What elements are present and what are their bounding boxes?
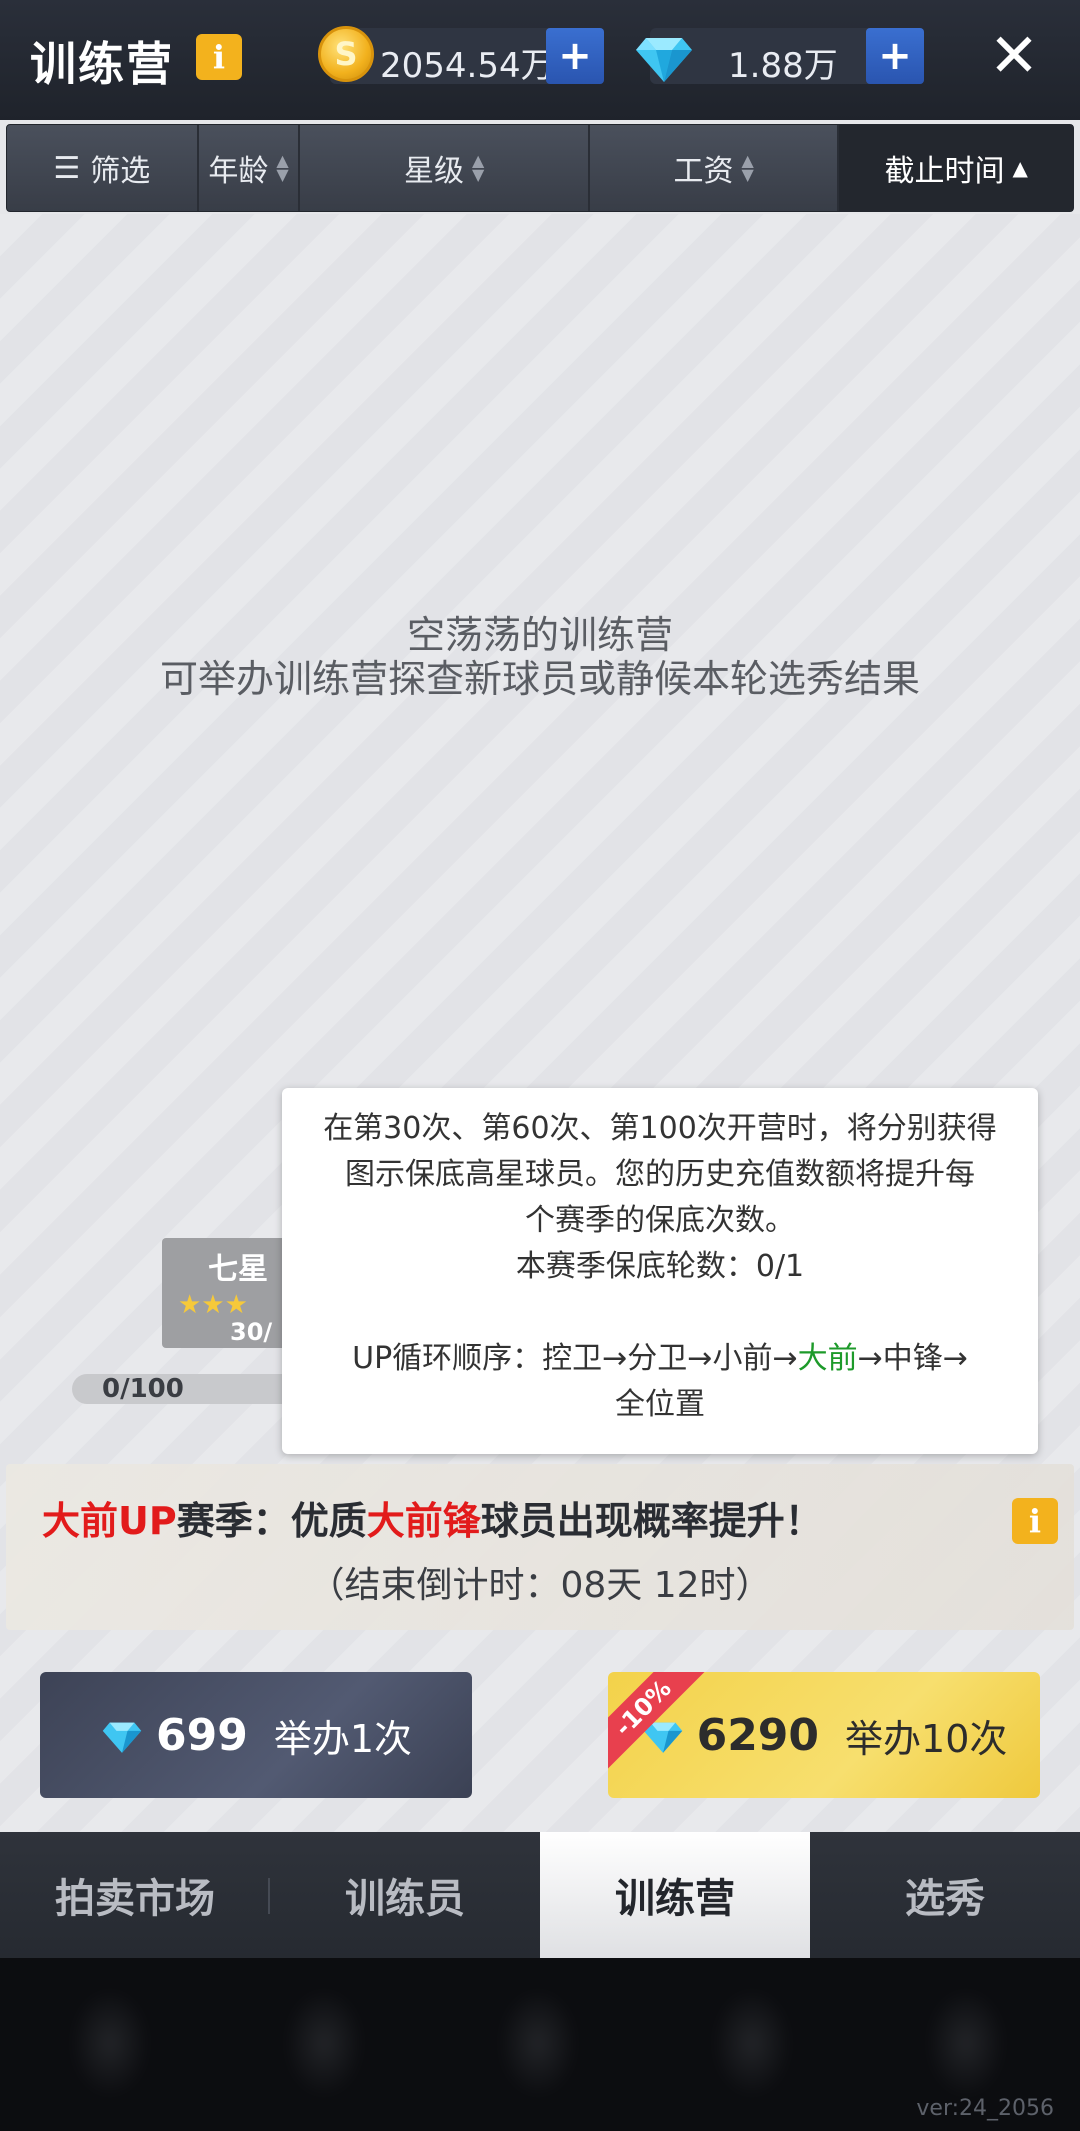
coin-icon: S	[318, 26, 374, 82]
diamond-icon	[102, 1722, 142, 1753]
sort-arrows-icon: ▲ ▼	[472, 151, 485, 184]
coin-balance: S 2054.54万 +	[318, 26, 604, 86]
sort-age-button[interactable]: 年龄 ▲ ▼	[199, 125, 301, 211]
filter-button[interactable]: ☰ 筛选	[7, 125, 199, 211]
guarantee-tooltip: 在第30次、第60次、第100次开营时，将分别获得 图示保底高星球员。您的历史充…	[282, 1088, 1038, 1454]
tooltip-line: 个赛季的保底次数。	[525, 1203, 795, 1238]
season-headline: 大前UP赛季：优质大前锋球员出现概率提升！	[42, 1490, 823, 1545]
sort-filter-bar: ☰ 筛选 年龄 ▲ ▼ 星级 ▲ ▼ 工资 ▲ ▼ 截止时间 ▲	[6, 124, 1074, 212]
season-banner: 大前UP赛季：优质大前锋球员出现概率提升！ （结束倒计时：08天 12时） i	[6, 1464, 1074, 1630]
main-nav-strip: ver:24_2056	[0, 1958, 1080, 2131]
empty-subtitle: 可举办训练营探查新球员或静候本轮选秀结果	[159, 657, 920, 701]
page-title: 训练营	[30, 37, 174, 91]
sort-up-icon: ▲	[1012, 156, 1028, 180]
cycle-prefix: UP循环顺序：控卫→分卫→小前→	[352, 1341, 798, 1376]
ten-price: 6290	[696, 1709, 820, 1761]
tooltip-line: 在第30次、第60次、第100次开营时，将分别获得	[323, 1111, 997, 1146]
version-label: ver:24_2056	[916, 2096, 1054, 2121]
tab-auction-market[interactable]: 拍卖市场	[0, 1832, 270, 1958]
info-icon[interactable]: i	[1012, 1498, 1058, 1544]
tab-label: 训练营	[615, 1876, 735, 1922]
tooltip-cycle-line: UP循环顺序：控卫→分卫→小前→大前→中锋→	[282, 1336, 1038, 1382]
add-coins-button[interactable]: +	[546, 28, 604, 84]
once-label: 举办1次	[273, 1716, 413, 1761]
season-countdown: （结束倒计时：08天 12时）	[308, 1565, 772, 1606]
progress-text: 0/100	[102, 1374, 184, 1404]
info-icon[interactable]: i	[196, 34, 242, 80]
diamond-icon	[636, 38, 692, 82]
tab-draft[interactable]: 选秀	[810, 1832, 1080, 1958]
ten-label: 举办10次	[845, 1716, 1008, 1761]
sort-stars-button[interactable]: 星级 ▲ ▼	[300, 125, 590, 211]
sort-deadline-label: 截止时间	[884, 154, 1005, 189]
season-highlight: 大前UP	[42, 1499, 177, 1543]
tab-label: 拍卖市场	[55, 1876, 215, 1922]
sort-deadline-button[interactable]: 截止时间 ▲	[839, 125, 1073, 211]
nav-ghost-icon	[70, 1988, 150, 2098]
cycle-current-position: 大前	[797, 1341, 858, 1376]
sort-salary-button[interactable]: 工资 ▲ ▼	[590, 125, 840, 211]
tooltip-line: 本赛季保底轮数：0/1	[515, 1249, 805, 1284]
season-position: 大前锋	[366, 1499, 481, 1543]
nav-ghost-icon	[712, 1988, 792, 2098]
tooltip-spacer	[282, 1290, 1038, 1336]
tab-training-camp[interactable]: 训练营	[540, 1832, 810, 1958]
sort-arrows-icon: ▲ ▼	[276, 151, 289, 184]
hold-once-button[interactable]: 699 举办1次	[40, 1672, 472, 1798]
action-area: 699 举办1次 -10% 6290 举办10次	[0, 1634, 1080, 1832]
gem-value: 1.88万	[728, 46, 838, 86]
filter-label: 筛选	[90, 154, 151, 189]
nav-ghost-icon	[284, 1988, 364, 2098]
nav-ghost-icon	[926, 1988, 1006, 2098]
sort-stars-label: 星级	[404, 154, 465, 189]
season-text: 赛季：优质	[176, 1499, 367, 1543]
tooltip-line: 全位置	[615, 1387, 705, 1422]
gem-balance: 1.88万 +	[636, 28, 924, 86]
cycle-suffix: →中锋→	[857, 1341, 968, 1376]
sliders-icon: ☰	[53, 150, 81, 186]
bottom-tab-bar: 拍卖市场 训练员 训练营 选秀	[0, 1832, 1080, 1958]
once-price: 699	[155, 1709, 248, 1761]
tab-label: 选秀	[905, 1876, 985, 1922]
tooltip-line: 图示保底高星球员。您的历史充值数额将提升每	[345, 1157, 975, 1192]
sort-salary-label: 工资	[673, 154, 734, 189]
tab-trainer[interactable]: 训练员	[270, 1832, 540, 1958]
hold-ten-button[interactable]: -10% 6290 举办10次	[608, 1672, 1040, 1798]
sort-arrows-icon: ▲ ▼	[741, 151, 754, 184]
tab-label: 训练员	[345, 1876, 465, 1922]
top-bar: 训练营 i S 2054.54万 + 1.88万 + ✕	[0, 0, 1080, 120]
add-gems-button[interactable]: +	[866, 28, 924, 84]
coin-value: 2054.54万	[380, 46, 555, 86]
nav-ghost-icon	[498, 1988, 578, 2098]
season-text: 球员出现概率提升！	[480, 1499, 823, 1543]
sort-age-label: 年龄	[208, 154, 269, 189]
close-icon[interactable]: ✕	[984, 26, 1044, 86]
